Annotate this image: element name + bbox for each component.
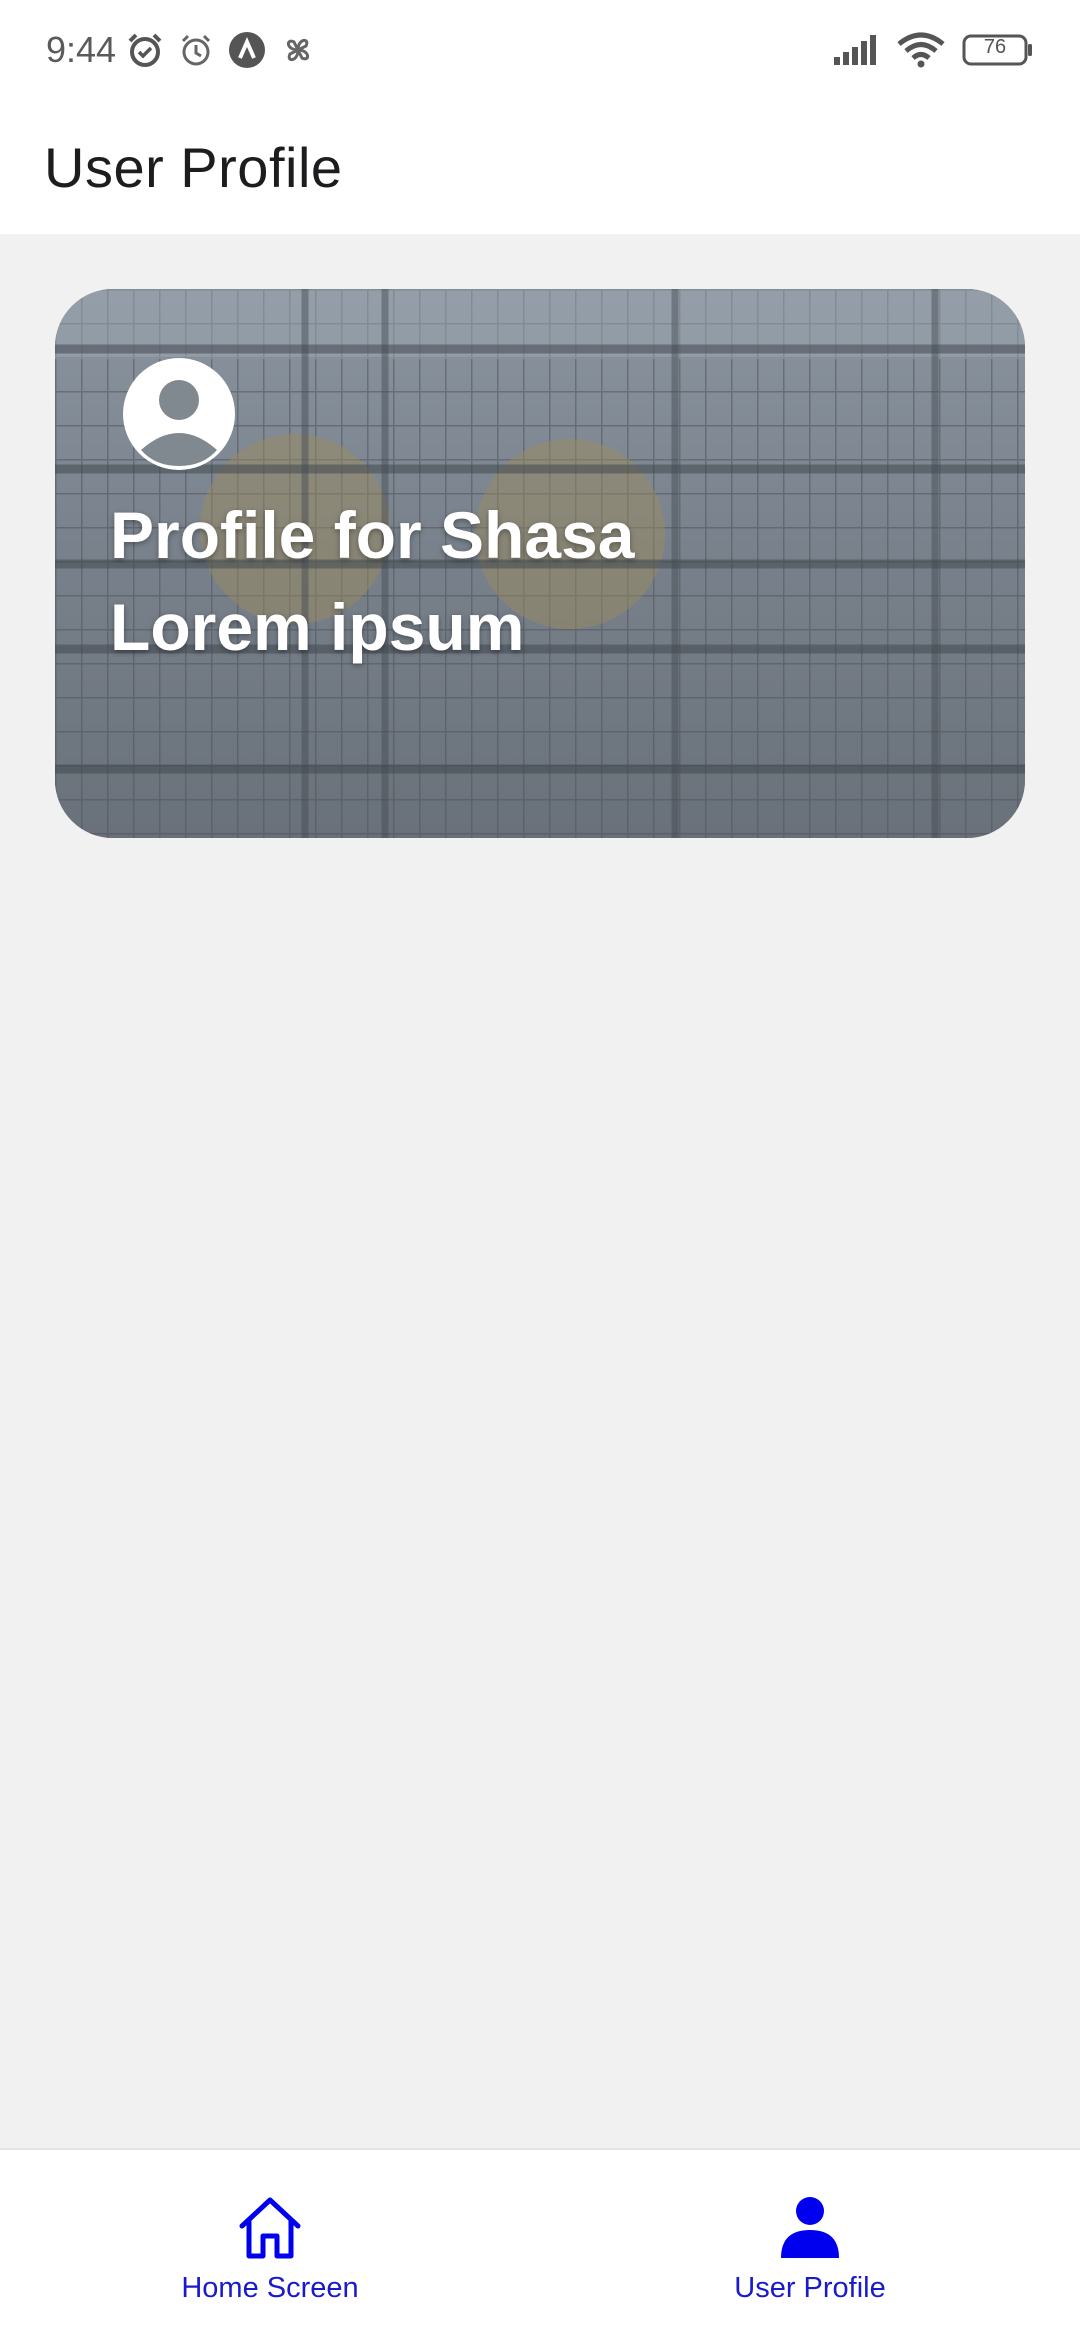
app-a-icon [228,31,266,69]
person-icon [781,2197,839,2258]
status-time: 9:44 [46,29,117,70]
status-bar: 9:44 76 [0,0,1080,100]
battery-icon: 76 [962,32,1034,68]
signal-icon [832,33,880,67]
battery-level: 76 [983,36,1007,58]
status-icons-right: 76 [832,32,1034,68]
profile-title-line2: Lorem ipsum [110,590,525,664]
status-icons-left [126,31,316,69]
nav-label-user-profile: User Profile [734,2272,886,2304]
wifi-icon [896,32,946,68]
home-icon [239,2197,301,2259]
pinwheel-icon [280,32,316,68]
nav-item-home-screen[interactable]: Home Screen [0,2150,540,2340]
avatar [123,358,235,470]
profile-card[interactable]: Profile for Shasa Lorem ipsum [55,289,1025,838]
app-bar: User Profile [0,100,1080,234]
profile-card-title: Profile for Shasa Lorem ipsum [110,489,990,673]
nav-item-user-profile[interactable]: User Profile [540,2150,1080,2340]
bottom-navigation: Home Screen User Profile [0,2148,1080,2340]
person-icon [141,380,217,466]
alarm-check-icon [126,31,164,69]
alarm-icon [178,32,214,68]
nav-label-home-screen: Home Screen [181,2272,359,2304]
screen: 9:44 76 User Profile Profile for Shasa L… [0,0,1080,2340]
page-title: User Profile [44,135,343,199]
profile-title-line1: Profile for Shasa [110,498,635,572]
